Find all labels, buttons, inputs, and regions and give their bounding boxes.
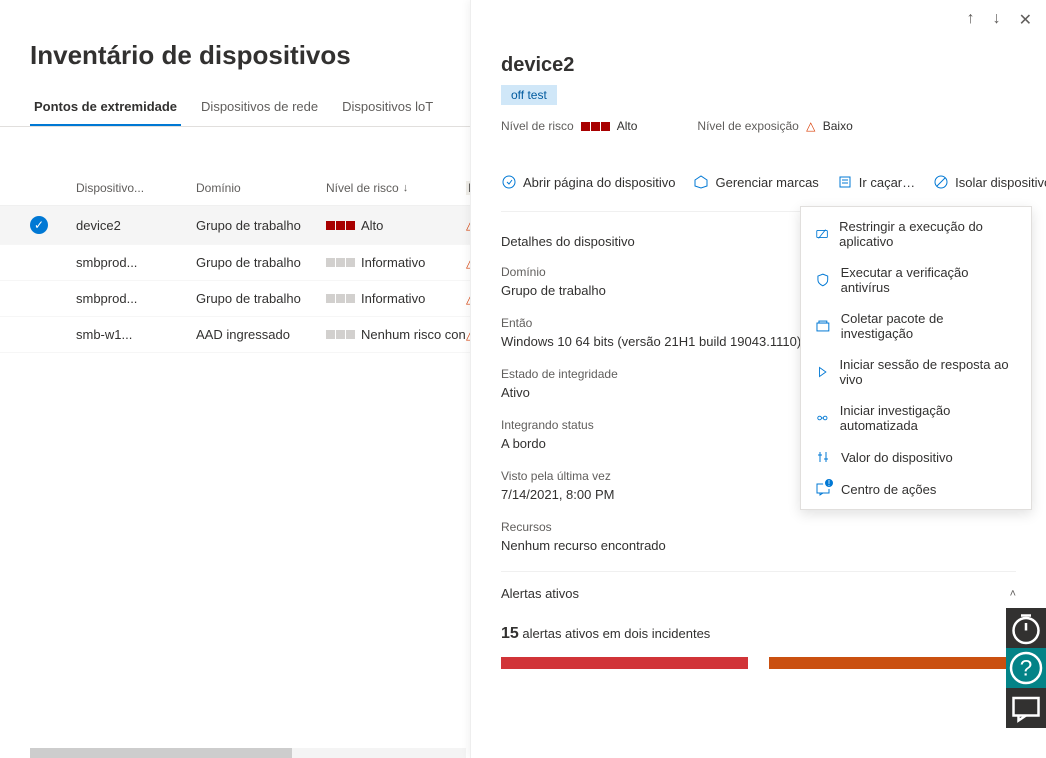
menu-run-av-scan[interactable]: Executar a verificação antivírus <box>801 257 1031 303</box>
menu-collect-package[interactable]: Coletar pacote de investigação <box>801 303 1031 349</box>
svg-text:?: ? <box>1020 656 1033 681</box>
hunt-icon <box>837 174 853 190</box>
device-title: device2 <box>501 54 1016 77</box>
exposure-level-block: Nível de exposição △ Baixo <box>697 119 852 133</box>
cell-domain: Grupo de trabalho <box>196 291 326 306</box>
active-alerts-header[interactable]: Alertas ativos ˄ <box>501 571 1016 615</box>
shield-icon <box>815 272 831 288</box>
dock-timer-button[interactable] <box>1006 608 1046 648</box>
notification-badge-icon: ! <box>823 477 835 489</box>
panel-nav: ↑ ↓ ✕ <box>967 10 1032 30</box>
cell-domain: AAD ingressado <box>196 327 326 342</box>
tab-iot-devices[interactable]: Dispositivos loT <box>338 91 437 126</box>
menu-live-response[interactable]: Iniciar sessão de resposta ao vivo <box>801 349 1031 395</box>
go-hunt-button[interactable]: Ir caçar… <box>837 174 915 190</box>
device-detail-panel: ↑ ↓ ✕ device2 off test Nível de risco Al… <box>470 0 1046 758</box>
restrict-icon <box>815 226 829 242</box>
row-selected-icon[interactable]: ✓ <box>30 216 48 234</box>
open-device-page-button[interactable]: Abrir página do dispositivo <box>501 174 675 190</box>
cell-device: device2 <box>76 218 196 233</box>
panel-close-icon[interactable]: ✕ <box>1019 10 1032 30</box>
cell-device: smbprod... <box>76 291 196 306</box>
horizontal-scrollbar[interactable] <box>30 748 466 758</box>
cell-domain: Grupo de trabalho <box>196 255 326 270</box>
cell-risk: Informativo <box>326 291 466 306</box>
cell-risk: Informativo <box>326 255 466 270</box>
device-tag-chip[interactable]: off test <box>501 85 557 105</box>
tab-endpoints[interactable]: Pontos de extremidade <box>30 91 181 126</box>
menu-restrict-app[interactable]: Restringir a execução do aplicativo <box>801 211 1031 257</box>
device-actions-menu: Restringir a execução do aplicativo Exec… <box>800 206 1032 510</box>
action-bar: Abrir página do dispositivo Gerenciar ma… <box>501 157 1016 212</box>
alerts-summary: 15 alertas ativos em dois incidentes <box>501 625 1016 643</box>
open-icon <box>501 174 517 190</box>
play-icon <box>815 364 830 380</box>
isolate-icon <box>933 174 949 190</box>
menu-auto-investigation[interactable]: Iniciar investigação automatizada <box>801 395 1031 441</box>
collect-icon <box>815 318 831 334</box>
cell-domain: Grupo de trabalho <box>196 218 326 233</box>
dock-help-button[interactable]: ? <box>1006 648 1046 688</box>
manage-tags-button[interactable]: Gerenciar marcas <box>693 174 818 190</box>
cell-risk: Alto <box>326 218 466 233</box>
risk-level-block: Nível de risco Alto <box>501 119 637 133</box>
dock-feedback-button[interactable] <box>1006 688 1046 728</box>
detail-resources: Recursos Nenhum recurso encontrado <box>501 520 1016 553</box>
col-domain[interactable]: Domínio <box>196 181 326 195</box>
cell-device: smb-w1... <box>76 327 196 342</box>
help-dock: ? <box>1006 608 1046 728</box>
col-risk[interactable]: Nível de risco↓ <box>326 181 466 195</box>
menu-action-center[interactable]: ! Centro de ações <box>801 473 1031 505</box>
automation-icon <box>815 410 830 426</box>
tab-network-devices[interactable]: Dispositivos de rede <box>197 91 322 126</box>
alerts-severity-bar <box>501 657 1016 669</box>
tag-icon <box>693 174 709 190</box>
panel-prev-icon[interactable]: ↑ <box>967 10 975 30</box>
chevron-up-icon: ˄ <box>1010 588 1016 600</box>
menu-device-value[interactable]: Valor do dispositivo <box>801 441 1031 473</box>
panel-next-icon[interactable]: ↓ <box>993 10 1001 30</box>
isolate-device-button[interactable]: Isolar dispositivo <box>933 174 1046 190</box>
cell-device: smbprod... <box>76 255 196 270</box>
col-device[interactable]: Dispositivo... <box>76 181 196 195</box>
cell-risk: Nenhum risco conhecido <box>326 327 466 342</box>
value-icon <box>815 449 831 465</box>
